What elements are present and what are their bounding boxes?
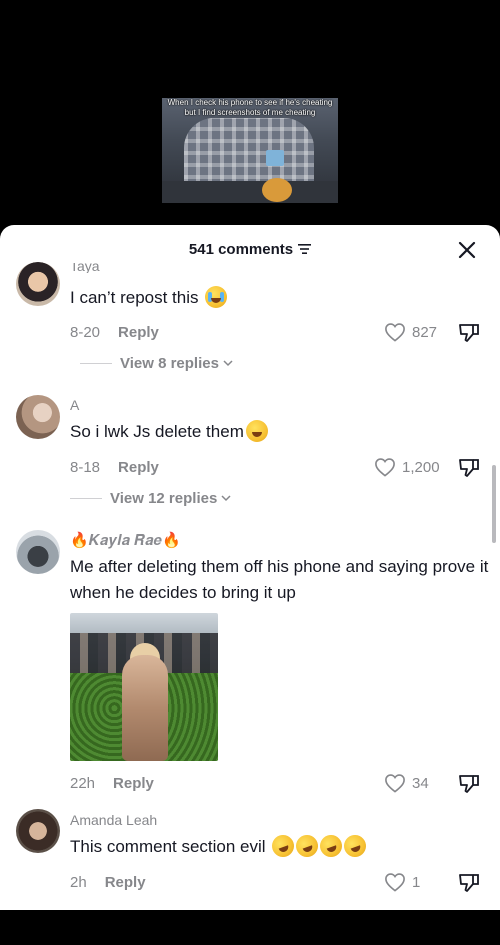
video-area[interactable]: When I check his phone to see if he's ch… — [0, 0, 500, 240]
reply-button[interactable]: Reply — [118, 324, 159, 341]
comment-date: 8-20 — [70, 324, 101, 341]
video-thumbnail[interactable]: When I check his phone to see if he's ch… — [162, 98, 338, 203]
thumbnail-ball — [262, 178, 292, 202]
view-replies-label: View 8 replies — [120, 355, 219, 372]
like-count: 1 — [412, 873, 421, 891]
avatar[interactable] — [16, 395, 60, 439]
thumbnail-desk — [162, 181, 338, 203]
reply-button[interactable]: Reply — [118, 459, 159, 476]
avatar[interactable] — [16, 262, 60, 306]
comment-count-header: 541 comments — [0, 241, 500, 258]
comment-date: 8-18 — [70, 459, 101, 476]
comment-meta: 22h Reply — [70, 775, 154, 792]
comment-meta: 8-20 Reply — [70, 324, 159, 341]
comment-username[interactable]: Amanda Leah — [70, 812, 157, 828]
avatar[interactable] — [16, 809, 60, 853]
rofl-emoji-icon — [269, 831, 298, 860]
avatar[interactable] — [16, 530, 60, 574]
heart-icon — [385, 323, 405, 342]
comments-sheet: 541 comments Taya I can’t repost this 8-… — [0, 225, 500, 910]
comment-text-content: I can’t repost this — [70, 288, 199, 307]
bottom-bar — [0, 910, 500, 945]
comment-text-content: So i lwk Js delete them — [70, 422, 244, 441]
like-count: 1,200 — [402, 458, 440, 476]
comment-meta: 2h Reply — [70, 874, 146, 891]
rofl-emoji-icon — [341, 831, 370, 860]
heart-icon — [375, 458, 395, 477]
dislike-icon[interactable] — [458, 872, 480, 892]
like-button[interactable]: 1,200 — [374, 457, 440, 477]
video-caption: When I check his phone to see if he's ch… — [167, 98, 333, 117]
comment-text: This comment section evil — [70, 831, 490, 860]
dislike-icon[interactable] — [458, 773, 480, 793]
like-count: 827 — [412, 323, 438, 341]
thumbnail-phone — [266, 150, 284, 166]
chevron-down-icon — [223, 360, 233, 367]
dislike-icon[interactable] — [458, 457, 480, 477]
comment-username[interactable]: 🔥𝑲𝒂𝒚𝒍𝒂 𝑹𝒂𝒆🔥 — [70, 531, 181, 549]
comment-text: So i lwk Js delete them — [70, 419, 490, 445]
filter-icon[interactable] — [298, 244, 312, 255]
comment-text-content: This comment section evil — [70, 837, 266, 856]
comment-date: 2h — [70, 874, 87, 891]
comment-username[interactable]: Taya — [70, 263, 100, 273]
chevron-down-icon — [221, 495, 231, 502]
comment-meta: 8-18 Reply — [70, 459, 159, 476]
like-button[interactable]: 34 — [384, 773, 429, 793]
rofl-emoji-icon — [293, 831, 322, 860]
comment-username[interactable]: A — [70, 397, 79, 413]
comment-gif-image[interactable] — [70, 613, 218, 761]
comment-date: 22h — [70, 775, 96, 792]
close-icon[interactable] — [458, 241, 476, 259]
crying-emoji-icon — [205, 285, 228, 308]
gif-dress — [122, 655, 168, 761]
like-button[interactable]: 827 — [384, 322, 437, 342]
view-replies-label: View 12 replies — [110, 490, 218, 507]
replies-divider — [70, 498, 102, 499]
like-count: 34 — [412, 774, 429, 792]
comment-text: I can’t repost this — [70, 285, 490, 311]
heart-icon — [385, 873, 405, 892]
comment-count: 541 comments — [188, 241, 294, 258]
rofl-emoji-icon — [317, 831, 346, 860]
scrollbar[interactable] — [492, 465, 496, 543]
comment-text: Me after deleting them off his phone and… — [70, 557, 489, 602]
view-replies-button[interactable]: View 12 replies — [70, 490, 231, 507]
replies-divider — [80, 363, 112, 364]
view-replies-button[interactable]: View 8 replies — [80, 355, 233, 372]
reply-button[interactable]: Reply — [113, 775, 154, 792]
reply-button[interactable]: Reply — [105, 874, 146, 891]
dislike-icon[interactable] — [458, 322, 480, 342]
grinning-emoji-icon — [245, 419, 268, 442]
like-button[interactable]: 1 — [384, 872, 420, 892]
heart-icon — [385, 774, 405, 793]
